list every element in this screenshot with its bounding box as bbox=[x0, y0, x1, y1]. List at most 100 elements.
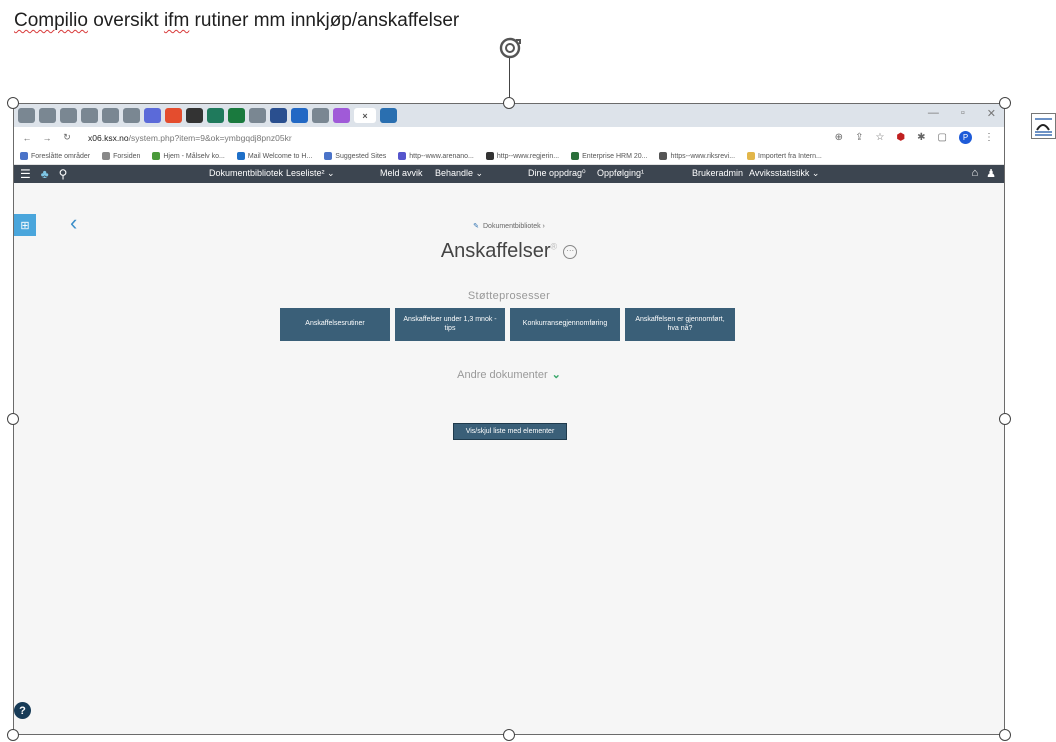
browser-tab[interactable] bbox=[380, 108, 397, 123]
tile-anskaffelser-under[interactable]: Anskaffelser under 1,3 mnok - tips bbox=[395, 308, 505, 341]
tile-anskaffelsesrutiner[interactable]: Anskaffelsesrutiner bbox=[280, 308, 390, 341]
share-icon[interactable]: ⇪ bbox=[855, 132, 863, 143]
screenshot-image[interactable]: × — ▫ ✕ ← → ↻ x06.ksx.no/system.php?item… bbox=[13, 103, 1005, 735]
hamburger-menu-icon[interactable]: ☰ bbox=[20, 167, 31, 181]
browser-tab[interactable] bbox=[39, 108, 56, 123]
profile-avatar[interactable]: P bbox=[959, 131, 972, 144]
title-word-ifm: ifm bbox=[163, 10, 190, 31]
bookmark-label: http--www.arenano... bbox=[409, 152, 474, 160]
sidepanel-icon[interactable]: ▢ bbox=[938, 132, 947, 143]
nav-leseliste[interactable]: Leseliste² ⌄ bbox=[286, 168, 335, 179]
bookmark-item[interactable]: Importert fra Intern... bbox=[747, 152, 822, 160]
user-icon[interactable]: ♟ bbox=[986, 167, 996, 180]
bookmark-item[interactable]: http--www.arenano... bbox=[398, 152, 474, 160]
forward-arrow-icon[interactable]: → bbox=[40, 133, 54, 143]
browser-tab[interactable] bbox=[60, 108, 77, 123]
resize-handle-nw[interactable] bbox=[7, 97, 19, 109]
bookmark-item[interactable]: Forsiden bbox=[102, 152, 140, 160]
resize-handle-sw[interactable] bbox=[7, 729, 19, 741]
url-path: /system.php?item=9&ok=ymbgqdj8pnz05kr bbox=[128, 132, 292, 143]
bookmark-item[interactable]: Hjem - Målselv ko... bbox=[152, 152, 225, 160]
puzzle-icon[interactable]: ✱ bbox=[917, 132, 925, 143]
resize-handle-se[interactable] bbox=[999, 729, 1011, 741]
browser-tab[interactable] bbox=[249, 108, 266, 123]
browser-tab[interactable] bbox=[123, 108, 140, 123]
browser-tab[interactable] bbox=[165, 108, 182, 123]
home-icon[interactable]: ⌂ bbox=[971, 167, 978, 180]
browser-tab[interactable] bbox=[186, 108, 203, 123]
title-marker: ® bbox=[550, 241, 558, 252]
maximize-button[interactable]: ▫ bbox=[961, 107, 965, 120]
help-icon[interactable]: ? bbox=[14, 702, 31, 719]
extension-icon[interactable]: ⬢ bbox=[896, 132, 905, 143]
nav-dokumentbibliotek[interactable]: Dokumentbibliotek bbox=[209, 168, 283, 178]
other-documents-toggle[interactable]: Andre dokumenter ⌄ bbox=[14, 368, 1004, 381]
title-text-rest: rutiner mm innkjøp/anskaffelser bbox=[189, 10, 460, 31]
back-arrow-icon[interactable]: ← bbox=[20, 133, 34, 143]
search-icon[interactable]: ⚲ bbox=[59, 167, 68, 181]
bookmark-label: Forsiden bbox=[113, 152, 141, 160]
zoom-icon[interactable]: ⊕ bbox=[835, 132, 843, 143]
resize-handle-n[interactable] bbox=[503, 97, 515, 109]
tile-konkurransegjennomforing[interactable]: Konkurransegjennomføring bbox=[510, 308, 620, 341]
bookmark-label: Enterprise HRM 20... bbox=[582, 152, 648, 160]
browser-tab[interactable] bbox=[333, 108, 350, 123]
minimize-button[interactable]: — bbox=[928, 107, 939, 120]
bookmark-label: Mail Welcome to H... bbox=[247, 152, 313, 160]
breadcrumb[interactable]: ✎ Dokumentbibliotek › bbox=[14, 222, 1004, 230]
bookmark-item[interactable]: Enterprise HRM 20... bbox=[571, 152, 647, 160]
browser-tab[interactable] bbox=[102, 108, 119, 123]
tile-gjennomfort[interactable]: Anskaffelsen er gjennomført, hva nå? bbox=[625, 308, 735, 341]
bookmark-item[interactable]: Mail Welcome to H... bbox=[236, 152, 313, 160]
rotate-handle-icon[interactable] bbox=[496, 34, 524, 62]
nav-dine-oppdrag[interactable]: Dine oppdrag⁰ bbox=[528, 168, 586, 179]
resize-handle-ne[interactable] bbox=[999, 97, 1011, 109]
window-controls: — ▫ ✕ bbox=[928, 107, 996, 120]
bookmark-favicon-icon bbox=[571, 152, 580, 160]
nav-behandle[interactable]: Behandle ⌄ bbox=[435, 168, 483, 179]
url-field[interactable]: x06.ksx.no/system.php?item=9&ok=ymbgqdj8… bbox=[88, 133, 292, 143]
bookmark-favicon-icon bbox=[747, 152, 756, 160]
bookmark-favicon-icon bbox=[152, 152, 161, 160]
browser-tab[interactable] bbox=[312, 108, 329, 123]
reload-icon[interactable]: ↻ bbox=[60, 132, 74, 143]
bookmark-favicon-icon bbox=[485, 152, 494, 160]
bookmark-favicon-icon bbox=[659, 152, 668, 160]
browser-tab-active[interactable]: × bbox=[354, 108, 376, 123]
close-window-button[interactable]: ✕ bbox=[987, 107, 996, 120]
resize-handle-e[interactable] bbox=[999, 413, 1011, 425]
breadcrumb-link[interactable]: Dokumentbibliotek › bbox=[483, 223, 545, 230]
bookmark-item[interactable]: https--www.riksrevi... bbox=[659, 152, 735, 160]
resize-handle-s[interactable] bbox=[503, 729, 515, 741]
document-tiles: Anskaffelsesrutiner Anskaffelser under 1… bbox=[280, 308, 735, 341]
toggle-list-button[interactable]: Vis/skjul liste med elementer bbox=[453, 423, 567, 440]
page-title-row: Anskaffelser® ··· bbox=[14, 240, 1004, 263]
address-bar: ← → ↻ x06.ksx.no/system.php?item=9&ok=ym… bbox=[14, 127, 1004, 148]
bookmark-item[interactable]: http--www.regjerin... bbox=[485, 152, 559, 160]
browser-tab[interactable] bbox=[270, 108, 287, 123]
library-icon: ✎ bbox=[473, 223, 479, 230]
menu-kebab-icon[interactable]: ⋮ bbox=[984, 132, 994, 143]
bookmark-favicon-icon bbox=[102, 152, 111, 160]
browser-tab[interactable] bbox=[81, 108, 98, 123]
browser-tab[interactable] bbox=[228, 108, 245, 123]
bookmark-item[interactable]: Suggested Sites bbox=[324, 152, 386, 160]
layout-options-icon[interactable] bbox=[1031, 113, 1056, 139]
browser-tab[interactable] bbox=[18, 108, 35, 123]
app-logo-icon[interactable]: ♣ bbox=[41, 167, 49, 181]
bookmark-favicon-icon bbox=[398, 152, 407, 160]
section-heading: Støtteprosesser bbox=[467, 290, 551, 302]
other-documents-label: Andre dokumenter bbox=[457, 369, 548, 381]
bookmark-item[interactable]: Foreslåtte områder bbox=[20, 152, 90, 160]
more-options-icon[interactable]: ··· bbox=[563, 244, 578, 259]
browser-tab[interactable] bbox=[291, 108, 308, 123]
browser-tab[interactable] bbox=[144, 108, 161, 123]
resize-handle-w[interactable] bbox=[7, 413, 19, 425]
nav-oppfolging[interactable]: Oppfølging¹ bbox=[597, 168, 644, 178]
nav-brukeradmin[interactable]: Brukeradmin bbox=[692, 168, 743, 178]
nav-meld-avvik[interactable]: Meld avvik bbox=[380, 168, 423, 178]
star-icon[interactable]: ☆ bbox=[875, 132, 884, 143]
bookmark-favicon-icon bbox=[236, 152, 245, 160]
nav-avviksstatistikk[interactable]: Avviksstatistikk ⌄ bbox=[749, 168, 819, 179]
browser-tab[interactable] bbox=[207, 108, 224, 123]
